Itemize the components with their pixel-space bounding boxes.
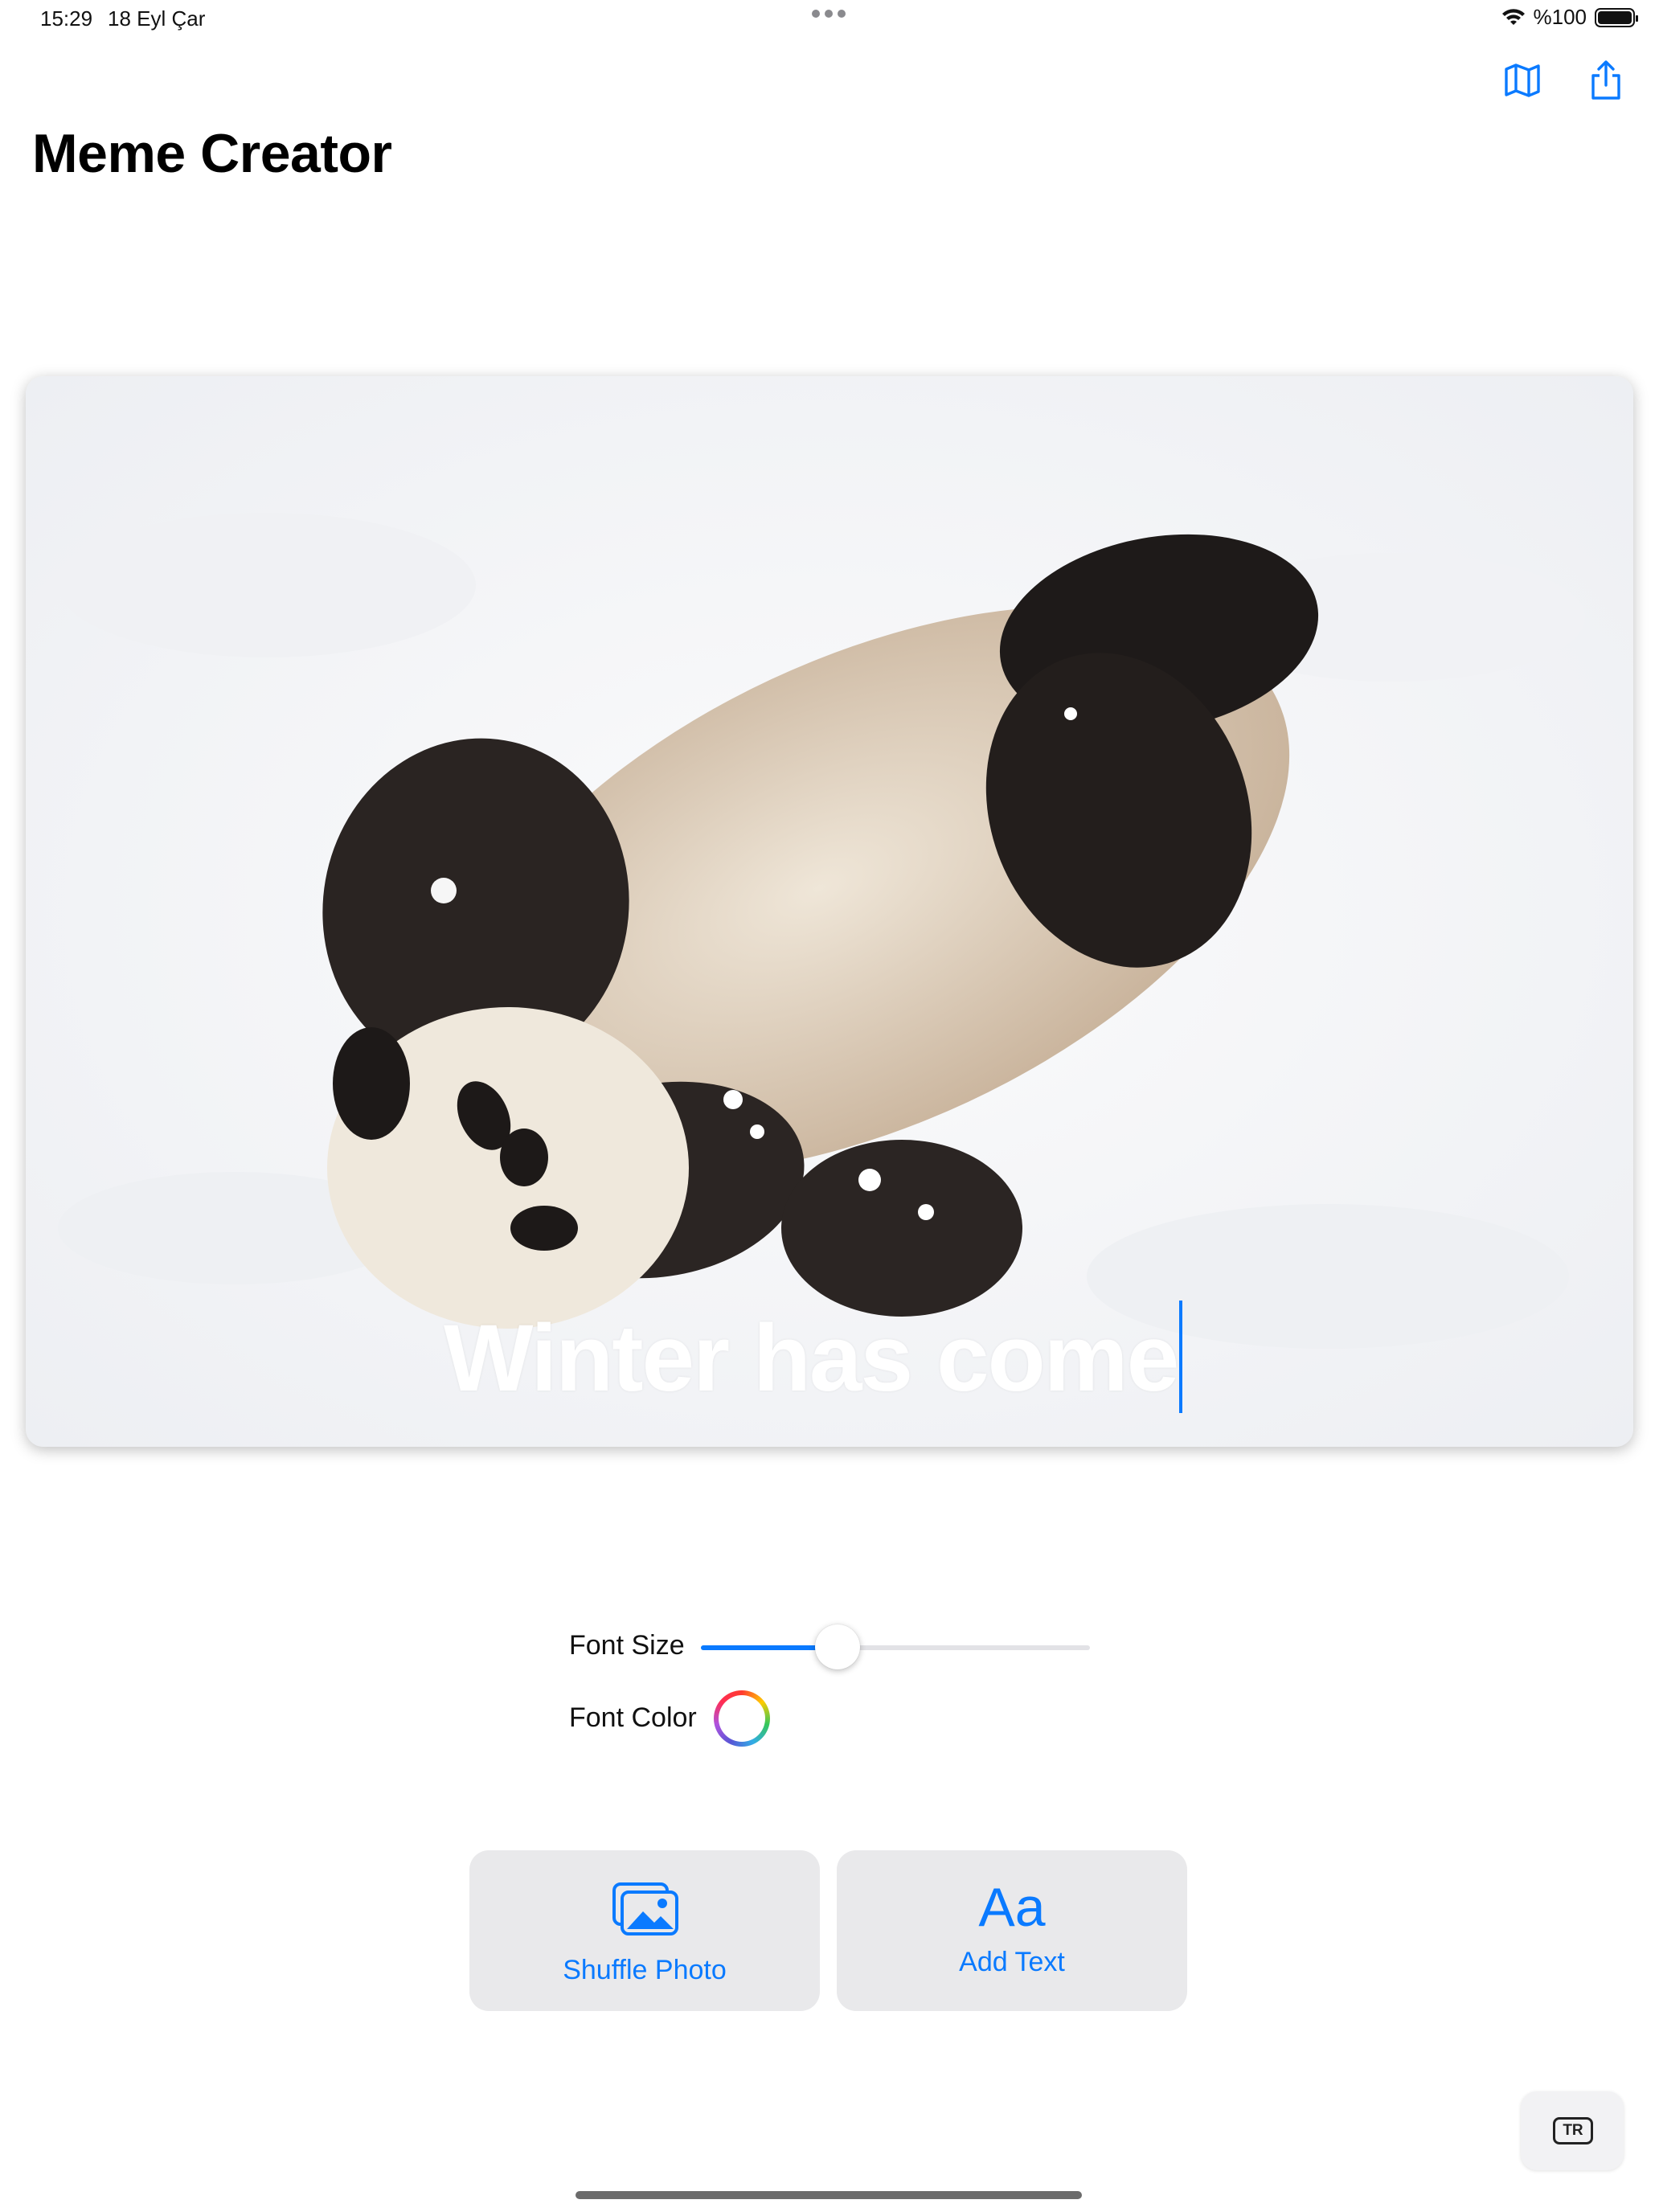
share-icon[interactable]	[1583, 58, 1628, 103]
photos-icon	[612, 1882, 678, 1936]
battery-icon	[1595, 7, 1638, 27]
meme-caption-text[interactable]: Winter has come	[26, 1301, 1633, 1413]
meme-caption-value: Winter has come	[444, 1305, 1179, 1411]
add-text-button[interactable]: Aa Add Text	[837, 1850, 1187, 2011]
meme-canvas[interactable]: Winter has come	[26, 376, 1633, 1447]
text-format-icon: Aa	[978, 1877, 1046, 1938]
map-icon[interactable]	[1500, 58, 1545, 103]
multitasking-dots-icon[interactable]	[812, 8, 847, 19]
text-cursor	[1179, 1301, 1183, 1413]
keyboard-language-button[interactable]: TR	[1521, 2091, 1624, 2170]
font-color-picker[interactable]	[714, 1690, 770, 1747]
shuffle-photo-button[interactable]: Shuffle Photo	[469, 1850, 820, 2011]
status-date: 18 Eyl Çar	[108, 6, 206, 31]
battery-percent: %100	[1533, 5, 1587, 29]
font-color-label: Font Color	[569, 1702, 697, 1733]
status-time: 15:29	[40, 6, 93, 31]
wifi-icon	[1501, 8, 1525, 25]
keyboard-language-label: TR	[1553, 2117, 1593, 2144]
home-indicator[interactable]	[576, 2191, 1082, 2199]
font-size-slider-thumb[interactable]	[815, 1624, 860, 1669]
page-title: Meme Creator	[32, 123, 392, 184]
add-text-label: Add Text	[959, 1947, 1065, 1977]
font-size-label: Font Size	[569, 1630, 685, 1661]
panda-photo	[26, 376, 1633, 1447]
status-right: %100	[1501, 5, 1638, 30]
shuffle-photo-label: Shuffle Photo	[563, 1955, 727, 1985]
